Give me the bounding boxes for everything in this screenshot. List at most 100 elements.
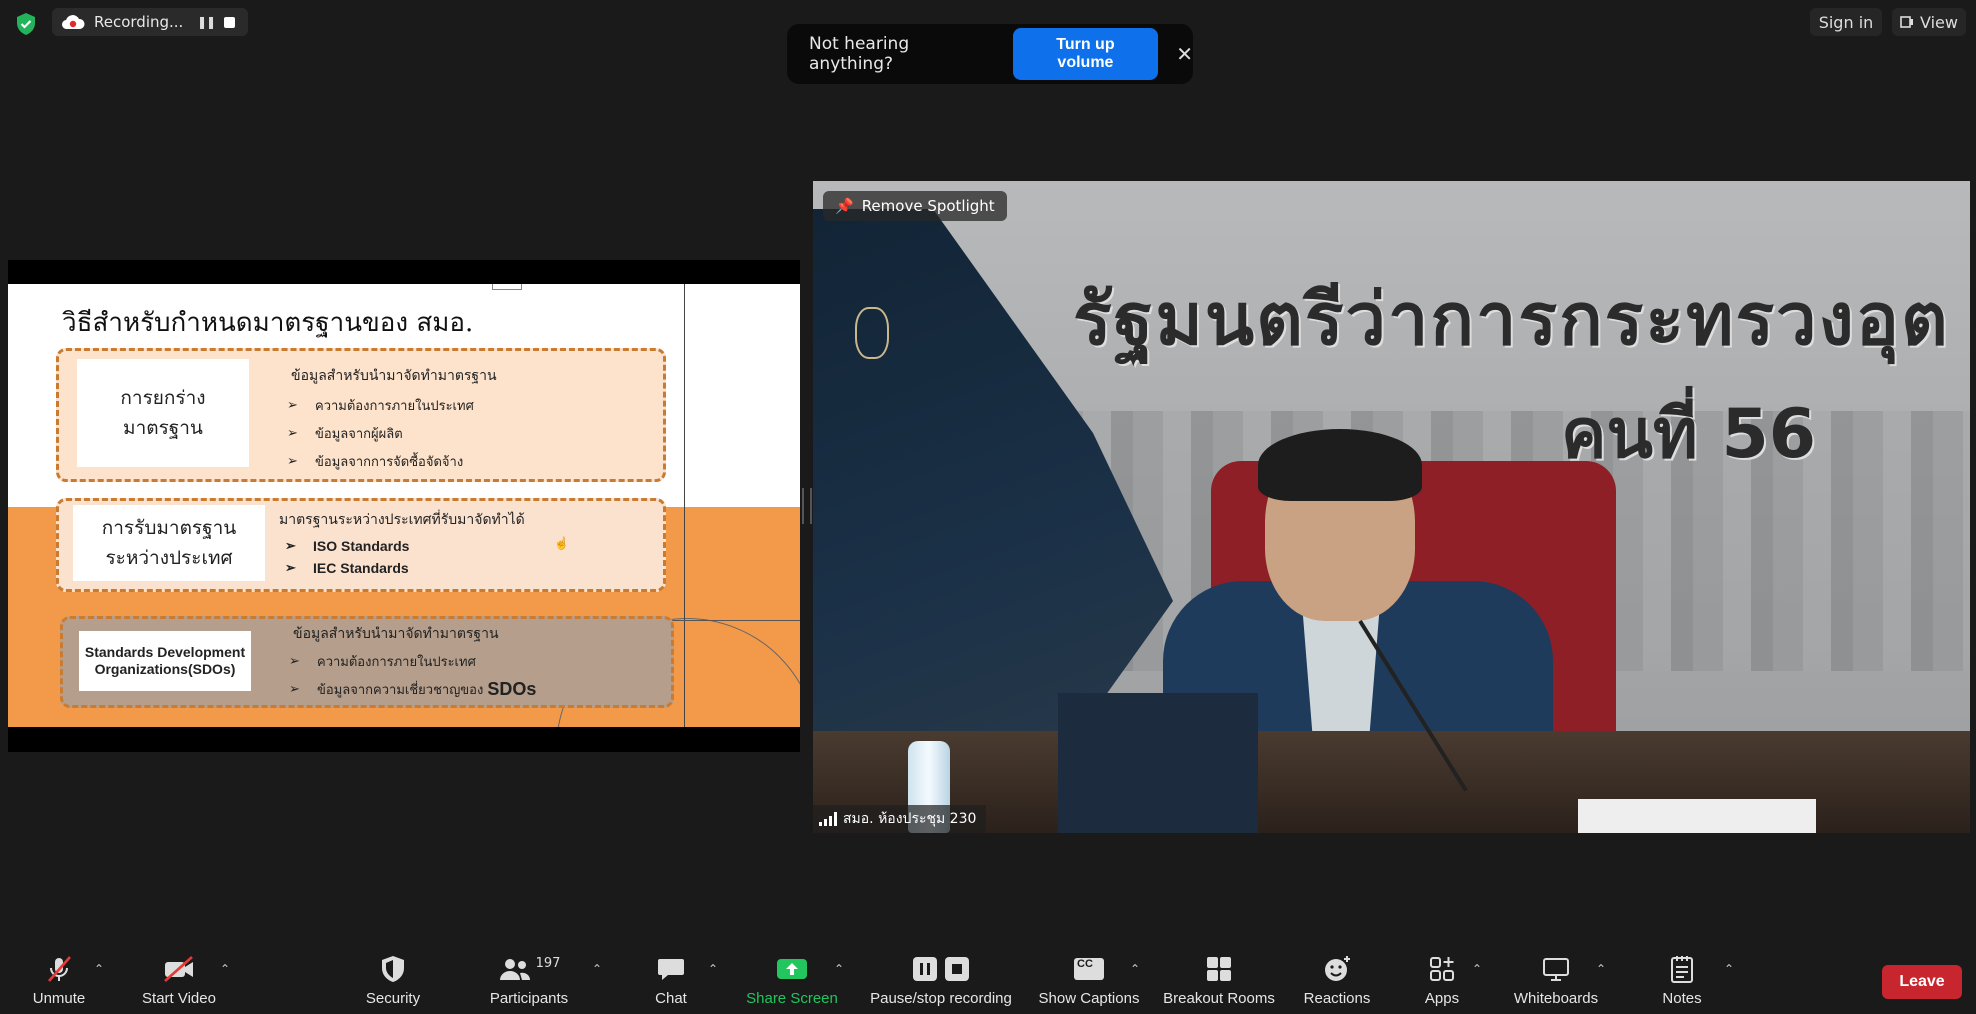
cloud-record-icon (61, 15, 85, 30)
start-video-button[interactable]: Start Video (134, 940, 224, 1014)
notes-button[interactable]: Notes (1650, 940, 1714, 1014)
notes-icon (1671, 956, 1693, 983)
bullet-list: ➢ ความต้องการภายในประเทศ ➢ ข้อมูลจากผู้ผลิ… (287, 391, 474, 475)
unmute-button[interactable]: Unmute (24, 940, 94, 1014)
list-item: ➢ ความต้องการภายในประเทศ (289, 653, 476, 670)
box-label: การรับมาตรฐาน ระหว่างประเทศ (73, 505, 265, 581)
share-screen-icon (777, 959, 807, 979)
hand-cursor-icon: ☝ (554, 536, 569, 550)
chevron-up-icon[interactable]: ⌃ (1472, 962, 1482, 976)
list-item: ➢ ข้อมูลจากผู้ผลิต (287, 425, 403, 442)
apps-icon (1430, 957, 1454, 981)
sdos-emphasis: SDOs (487, 678, 537, 699)
reactions-label: Reactions (1303, 990, 1371, 1007)
remove-spotlight-label: Remove Spotlight (861, 197, 995, 215)
breakout-rooms-label: Breakout Rooms (1163, 990, 1275, 1007)
chat-label: Chat (655, 990, 687, 1007)
recording-label: Recording... (94, 13, 184, 31)
leave-button[interactable]: Leave (1882, 965, 1962, 999)
audio-toast: Not hearing anything? Turn up volume ✕ (787, 24, 1193, 84)
turn-up-volume-button[interactable]: Turn up volume (1012, 28, 1159, 80)
show-captions-label: Show Captions (1038, 990, 1140, 1007)
presentation-slide: วิธีสำหรับกำหนดมาตรฐานของ สมอ. การยกร่าง… (8, 284, 800, 727)
bullet-list: ➢ ความต้องการภายในประเทศ ➢ ข้อมูลจากความเช… (289, 647, 536, 703)
unmute-label: Unmute (32, 990, 86, 1007)
apps-button[interactable]: Apps (1414, 940, 1470, 1014)
leave-label: Leave (1899, 973, 1945, 990)
stop-recording-icon[interactable] (224, 16, 235, 28)
chat-bubble-icon (658, 959, 684, 980)
toast-message: Not hearing anything? (809, 34, 910, 74)
pause-stop-recording-button[interactable]: Pause/stop recording (866, 940, 1016, 1014)
whiteboards-button[interactable]: Whiteboards (1506, 940, 1606, 1014)
start-video-label: Start Video (142, 990, 216, 1007)
box-label: Standards Development Organizations(SDOs… (79, 631, 251, 691)
participants-count: 197 (535, 955, 561, 971)
breakout-rooms-icon (1207, 957, 1231, 981)
bullet-list: ➢ ISO Standards ➢ IEC Standards (285, 535, 409, 579)
apps-label: Apps (1424, 990, 1460, 1007)
reactions-button[interactable]: Reactions (1302, 940, 1372, 1014)
box-heading: มาตรฐานระหว่างประเทศที่รับมาจัดทำได้ (279, 512, 525, 528)
show-captions-button[interactable]: Show Captions (1036, 940, 1142, 1014)
whiteboard-icon (1543, 958, 1569, 981)
meeting-toolbar: Unmute ⌃ Start Video ⌃ Security 197 Part… (0, 940, 1976, 1014)
security-button[interactable]: Security (358, 940, 428, 1014)
remove-spotlight-button[interactable]: 📌 Remove Spotlight (823, 191, 1007, 221)
security-shield-icon (382, 956, 404, 982)
chevron-up-icon[interactable]: ⌃ (94, 962, 104, 976)
laptop (1058, 693, 1258, 833)
list-item: ➢ ISO Standards (285, 538, 410, 554)
flag-emblem (855, 307, 889, 359)
chevron-up-icon[interactable]: ⌃ (1130, 962, 1140, 976)
recording-indicator[interactable]: Recording... ❚❚ (52, 8, 248, 36)
signal-strength-icon (819, 812, 837, 826)
shared-screen: วิธีสำหรับกำหนดมาตรฐานของ สมอ. การยกร่าง… (8, 260, 800, 752)
method-box-sdos: Standards Development Organizations(SDOs… (60, 616, 674, 708)
whiteboards-label: Whiteboards (1513, 990, 1599, 1007)
view-label: View (1920, 12, 1958, 32)
participants-button[interactable]: 197 Participants (484, 940, 574, 1014)
close-icon[interactable]: ✕ (1176, 42, 1193, 66)
participants-icon (499, 959, 530, 980)
spotlight-video: รัฐมนตรีว่าการกระทรวงอุต คนที่ 56 📌 Remo… (813, 181, 1970, 833)
list-item: ➢ IEC Standards (285, 560, 409, 576)
sign-in-label: Sign in (1818, 12, 1874, 32)
notes-label: Notes (1662, 990, 1702, 1007)
pause-recording-icon[interactable]: ❚❚ (194, 15, 218, 29)
security-label: Security (365, 990, 421, 1007)
share-screen-label: Share Screen (746, 990, 838, 1007)
chevron-up-icon[interactable]: ⌃ (834, 962, 844, 976)
participant-name-tag: สมอ. ห้องประชุม 230 (813, 805, 987, 833)
slide-logo (492, 284, 522, 290)
microphone-muted-icon (48, 956, 71, 982)
chevron-up-icon[interactable]: ⌃ (220, 962, 230, 976)
backdrop-banner-text: รัฐมนตรีว่าการกระทรวงอุต (1073, 277, 1950, 361)
slide-title: วิธีสำหรับกำหนดมาตรฐานของ สมอ. (62, 308, 474, 338)
shield-icon[interactable] (14, 12, 38, 36)
box-heading: ข้อมูลสำหรับนำมาจัดทำมาตรฐาน (291, 368, 497, 384)
method-box-drafting: การยกร่าง มาตรฐาน ข้อมูลสำหรับนำมาจัดทำม… (56, 348, 666, 482)
pause-icon (913, 957, 937, 981)
chevron-up-icon[interactable]: ⌃ (1596, 962, 1606, 976)
view-icon (1900, 16, 1914, 28)
sign-in-button[interactable]: Sign in (1810, 8, 1882, 36)
view-button[interactable]: View (1892, 8, 1966, 36)
list-item: ➢ ข้อมูลจากความเชี่ยวชาญของ SDOs (289, 678, 537, 699)
resize-handle[interactable] (802, 488, 812, 524)
slide-divider-line (684, 284, 685, 727)
participants-label: Participants (489, 990, 569, 1007)
method-box-international: การรับมาตรฐาน ระหว่างประเทศ มาตรฐานระหว่… (56, 498, 666, 592)
nameplate (1578, 799, 1816, 833)
pause-stop-recording-label: Pause/stop recording (870, 990, 1012, 1007)
chat-button[interactable]: Chat (636, 940, 706, 1014)
breakout-rooms-button[interactable]: Breakout Rooms (1160, 940, 1278, 1014)
captions-badge: CC (1077, 958, 1093, 970)
list-item: ➢ ข้อมูลจากการจัดซื้อจัดจ้าง (287, 453, 464, 470)
box-heading: ข้อมูลสำหรับนำมาจัดทำมาตรฐาน (293, 626, 499, 642)
stop-icon (945, 957, 969, 981)
chevron-up-icon[interactable]: ⌃ (592, 962, 602, 976)
share-screen-button[interactable]: Share Screen (744, 940, 840, 1014)
chevron-up-icon[interactable]: ⌃ (1724, 962, 1734, 976)
chevron-up-icon[interactable]: ⌃ (708, 962, 718, 976)
